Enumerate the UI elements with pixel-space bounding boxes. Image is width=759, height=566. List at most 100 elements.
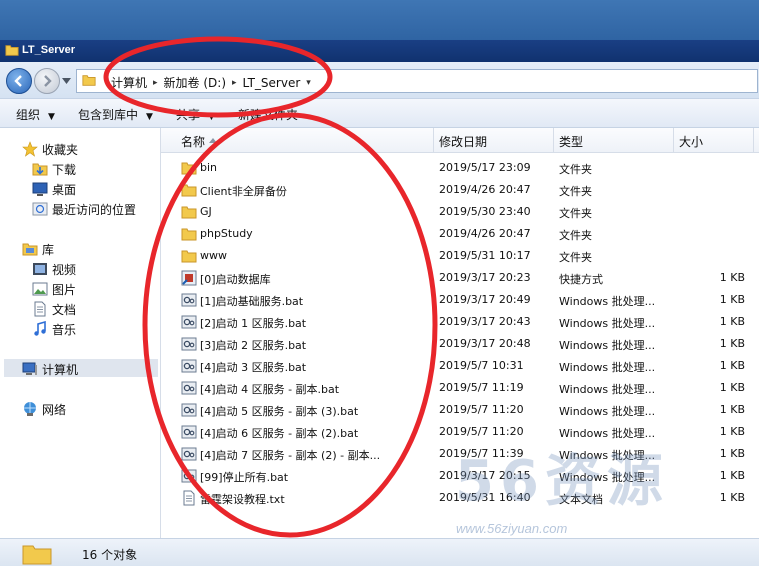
file-type: Windows 批处理... xyxy=(559,295,656,308)
batch-file-icon xyxy=(181,402,197,418)
file-type: 文件夹 xyxy=(559,163,592,176)
chevron-down-icon[interactable]: ▸ xyxy=(232,78,237,88)
file-size: 1 KB xyxy=(719,359,745,372)
file-row[interactable]: [4]启动 5 区服务 - 副本 (3).bat 2019/5/7 11:20 Wi… xyxy=(161,399,759,421)
nav-desktop-label: 桌面 xyxy=(52,182,77,197)
file-date: 2019/3/17 20:43 xyxy=(439,315,531,328)
file-row[interactable]: GJ 2019/5/30 23:40 文件夹 xyxy=(161,201,759,223)
nav-downloads-label: 下载 xyxy=(52,162,77,177)
file-name: [4]启动 6 区服务 - 副本 (2).bat xyxy=(200,427,359,440)
chevron-down-icon[interactable]: ▾ xyxy=(306,78,311,88)
file-name: phpStudy xyxy=(200,227,253,240)
forward-button[interactable] xyxy=(34,68,60,94)
file-type: Windows 批处理... xyxy=(559,317,656,330)
folder-icon xyxy=(181,160,197,176)
file-type: 文件夹 xyxy=(559,207,592,220)
file-date: 2019/3/17 20:49 xyxy=(439,293,531,306)
nav-recent-places[interactable]: 最近访问的位置 xyxy=(32,200,136,218)
file-row[interactable]: [1]启动基础服务.bat 2019/3/17 20:49 Windows 批处理.… xyxy=(161,289,759,311)
chevron-down-icon[interactable]: ▸ xyxy=(153,78,158,88)
file-row[interactable]: bin 2019/5/17 23:09 文件夹 xyxy=(161,157,759,179)
file-name: [2]启动 1 区服务.bat xyxy=(200,317,307,330)
desktop-icon xyxy=(32,182,48,196)
folder-icon xyxy=(181,248,197,264)
file-type: Windows 批处理... xyxy=(559,383,656,396)
folder-icon xyxy=(181,226,197,242)
shortcut-icon xyxy=(181,270,197,286)
file-row[interactable]: [0]启动数据库 2019/3/17 20:23 快捷方式 1 KB xyxy=(161,267,759,289)
column-header-size[interactable]: 大小 xyxy=(679,133,703,150)
file-name: Client非全屏备份 xyxy=(200,185,287,198)
column-header-type[interactable]: 类型 xyxy=(559,133,583,150)
folder-icon xyxy=(181,182,197,198)
command-bar: 组织 ▼ 包含到库中 ▼ 共享 ▼ 新建文件夹 xyxy=(0,99,759,128)
breadcrumb-drive[interactable]: 新加卷 (D:) xyxy=(164,74,226,91)
batch-file-icon xyxy=(181,314,197,330)
file-row[interactable]: [4]启动 3 区服务.bat 2019/5/7 10:31 Windows 批处理… xyxy=(161,355,759,377)
back-button[interactable] xyxy=(6,68,32,94)
nav-computer[interactable]: 计算机 xyxy=(22,360,78,378)
navigation-pane: 收藏夹 下载 桌面 最近访问的位置 库 视频 图片 文档 音乐 计算机 网络 xyxy=(0,128,161,538)
column-header-name[interactable]: 名称 xyxy=(181,133,205,150)
file-size: 1 KB xyxy=(719,293,745,306)
file-row[interactable]: [4]启动 4 区服务 - 副本.bat 2019/5/7 11:19 Window… xyxy=(161,377,759,399)
nav-pictures[interactable]: 图片 xyxy=(32,280,76,298)
nav-computer-label: 计算机 xyxy=(42,362,79,377)
nav-libraries[interactable]: 库 xyxy=(22,240,54,258)
music-icon xyxy=(34,321,46,336)
recent-pages-dropdown-icon[interactable] xyxy=(62,78,71,84)
file-name: [4]启动 3 区服务.bat xyxy=(200,361,307,374)
batch-file-icon xyxy=(181,380,197,396)
breadcrumb-folder[interactable]: LT_Server xyxy=(243,76,301,90)
column-divider[interactable] xyxy=(753,128,754,152)
nav-desktop[interactable]: 桌面 xyxy=(32,180,76,198)
nav-favorites[interactable]: 收藏夹 xyxy=(22,140,78,158)
address-bar-area: 计算机 ▸ 新加卷 (D:) ▸ LT_Server ▾ xyxy=(0,62,759,99)
window-title-bar[interactable]: LT_Server xyxy=(0,40,759,62)
nav-downloads[interactable]: 下载 xyxy=(32,160,76,178)
file-date: 2019/5/31 10:17 xyxy=(439,249,531,262)
column-divider[interactable] xyxy=(673,128,674,152)
file-date: 2019/3/17 20:23 xyxy=(439,271,531,284)
file-row[interactable]: www 2019/5/31 10:17 文件夹 xyxy=(161,245,759,267)
column-divider[interactable] xyxy=(553,128,554,152)
file-name: [3]启动 2 区服务.bat xyxy=(200,339,307,352)
star-icon xyxy=(22,141,38,157)
address-field[interactable]: 计算机 ▸ 新加卷 (D:) ▸ LT_Server ▾ xyxy=(76,69,758,93)
file-type: Windows 批处理... xyxy=(559,405,656,418)
folder-icon xyxy=(181,204,197,220)
file-name: [4]启动 5 区服务 - 副本 (3).bat xyxy=(200,405,359,418)
downloads-folder-icon xyxy=(32,163,48,176)
batch-file-icon xyxy=(181,424,197,440)
text-file-icon xyxy=(181,490,197,506)
include-in-library-button[interactable]: 包含到库中 ▼ xyxy=(78,106,153,123)
file-row[interactable]: [3]启动 2 区服务.bat 2019/3/17 20:48 Windows 批处… xyxy=(161,333,759,355)
file-size: 1 KB xyxy=(719,403,745,416)
file-row[interactable]: [2]启动 1 区服务.bat 2019/3/17 20:43 Windows 批处… xyxy=(161,311,759,333)
file-row[interactable]: Client非全屏备份 2019/4/26 20:47 文件夹 xyxy=(161,179,759,201)
file-date: 2019/5/7 10:31 xyxy=(439,359,524,372)
batch-file-icon xyxy=(181,358,197,374)
file-type: 文件夹 xyxy=(559,229,592,242)
folder-icon xyxy=(5,45,19,56)
column-header-date[interactable]: 修改日期 xyxy=(439,133,487,150)
organize-button[interactable]: 组织 ▼ xyxy=(16,106,55,123)
new-folder-button[interactable]: 新建文件夹 xyxy=(238,106,298,123)
nav-music-label: 音乐 xyxy=(52,322,77,337)
nav-documents[interactable]: 文档 xyxy=(32,300,76,318)
breadcrumb-computer[interactable]: 计算机 xyxy=(111,74,147,91)
file-name: [0]启动数据库 xyxy=(200,273,271,286)
picture-icon xyxy=(32,282,48,296)
file-size: 1 KB xyxy=(719,315,745,328)
batch-file-icon xyxy=(181,292,197,308)
column-divider[interactable] xyxy=(433,128,434,152)
nav-videos[interactable]: 视频 xyxy=(32,260,76,278)
nav-network[interactable]: 网络 xyxy=(22,400,66,418)
file-size: 1 KB xyxy=(719,381,745,394)
share-button[interactable]: 共享 ▼ xyxy=(176,106,215,123)
recent-places-icon xyxy=(32,202,48,216)
file-row[interactable]: phpStudy 2019/4/26 20:47 文件夹 xyxy=(161,223,759,245)
nav-music[interactable]: 音乐 xyxy=(32,320,76,338)
file-type: Windows 批处理... xyxy=(559,361,656,374)
watermark-url: www.56ziyuan.com xyxy=(456,521,568,536)
